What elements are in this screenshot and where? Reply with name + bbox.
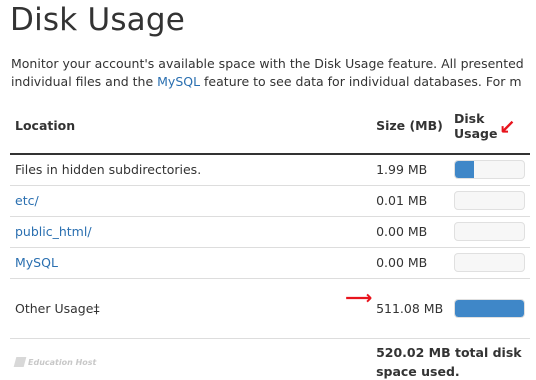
usage-bar-fill bbox=[454, 299, 524, 317]
disk-usage-table: Location Size (MB) Disk Usage Files in h… bbox=[10, 98, 530, 380]
usage-bar bbox=[453, 191, 525, 210]
table-row: Files in hidden subdirectories. 1.99 MB bbox=[10, 154, 530, 185]
row-usage bbox=[448, 184, 530, 216]
row-usage bbox=[448, 215, 530, 247]
row-location: Files in hidden subdirectories. bbox=[15, 162, 202, 178]
annotation-arrow-down-left-icon: ↙ bbox=[499, 115, 516, 139]
watermark-text: Education Host bbox=[28, 357, 97, 367]
watermark-logo-icon bbox=[13, 357, 27, 368]
table-row: etc/ 0.01 MB bbox=[10, 184, 530, 216]
row-location: MySQL bbox=[10, 246, 372, 278]
row-usage bbox=[448, 277, 530, 338]
total-row: Education Host 520.02 MB total disk spac… bbox=[10, 337, 530, 380]
row-size: 0.01 MB bbox=[371, 184, 449, 216]
row-location: Other Usage‡ bbox=[10, 277, 372, 338]
total-disk-usage: 520.02 MB total disk space used. bbox=[376, 345, 522, 380]
mysql-row-link[interactable]: MySQL bbox=[15, 255, 58, 270]
row-usage bbox=[448, 246, 530, 278]
etc-link[interactable]: etc/ bbox=[15, 193, 39, 208]
usage-bar bbox=[453, 253, 525, 272]
public-html-link[interactable]: public_html/ bbox=[15, 224, 92, 239]
usage-bar-fill bbox=[454, 161, 474, 179]
table-row: Other Usage‡ ⟶ 511.08 MB bbox=[10, 277, 530, 338]
size-header[interactable]: Size (MB) bbox=[371, 98, 449, 155]
row-size: ⟶ 511.08 MB bbox=[345, 277, 449, 338]
location-header[interactable]: Location bbox=[10, 98, 372, 155]
total-cell: 520.02 MB total disk space used. bbox=[371, 337, 530, 380]
description-line-1: Monitor your account's available space w… bbox=[11, 56, 524, 71]
watermark-cell: Education Host bbox=[10, 337, 372, 380]
page: Disk Usage Monitor your account's availa… bbox=[0, 0, 536, 380]
annotation-arrow-right-icon: ⟶ bbox=[345, 286, 373, 309]
row-size: 0.00 MB bbox=[371, 246, 449, 278]
row-size: 0.00 MB bbox=[371, 215, 449, 247]
table-row: MySQL 0.00 MB bbox=[10, 246, 530, 278]
table-row: public_html/ 0.00 MB bbox=[10, 215, 530, 247]
page-title: Disk Usage bbox=[10, 2, 186, 38]
table-header-row: Location Size (MB) Disk Usage bbox=[10, 98, 530, 155]
mysql-link[interactable]: MySQL bbox=[157, 74, 200, 89]
usage-bar bbox=[453, 160, 525, 180]
row-size: 1.99 MB bbox=[376, 162, 428, 178]
usage-bar bbox=[453, 298, 525, 318]
row-location: etc/ bbox=[10, 184, 372, 216]
description-text-b: feature to see data for individual datab… bbox=[200, 74, 522, 89]
usage-bar bbox=[453, 222, 525, 241]
page-description: Monitor your account's available space w… bbox=[11, 55, 536, 91]
row-location: public_html/ bbox=[10, 215, 372, 247]
row-usage bbox=[449, 154, 530, 185]
disk-usage-header[interactable]: Disk Usage bbox=[448, 98, 530, 155]
description-text-a: individual files and the bbox=[11, 74, 158, 89]
description-line-2: individual files and the MySQL feature t… bbox=[11, 73, 536, 91]
watermark: Education Host bbox=[13, 357, 366, 368]
row-size-value: 511.08 MB bbox=[376, 300, 444, 316]
